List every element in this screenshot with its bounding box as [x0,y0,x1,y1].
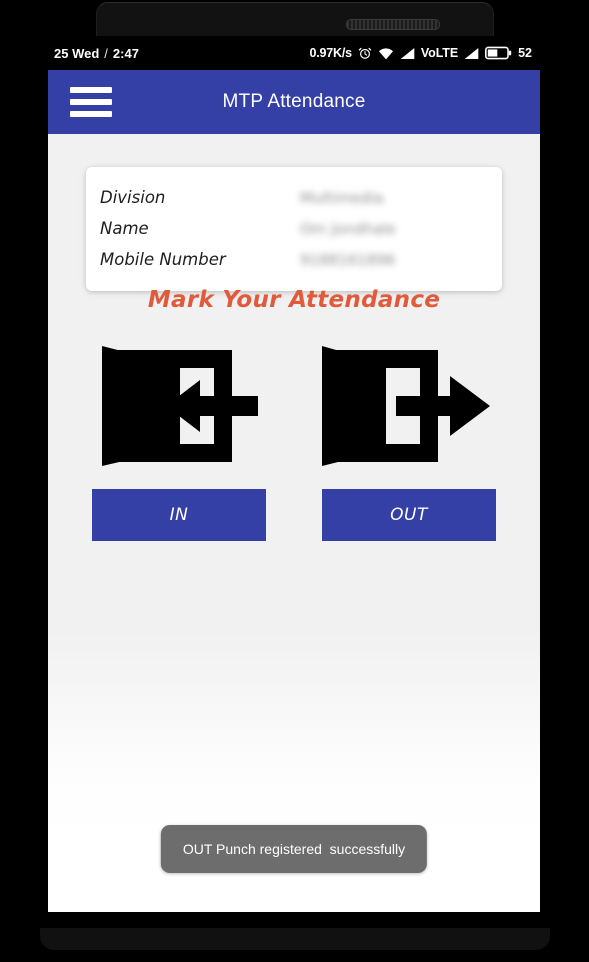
hamburger-line [70,111,112,117]
earpiece-speaker-icon [346,19,440,30]
punch-out-group: OUT [322,341,496,541]
app-bar: MTP Attendance [48,70,540,134]
device-frame: 25 Wed / 2:47 0.97K/s VoLTE 52 MTP Atten… [0,0,589,962]
mark-attendance-heading: Mark Your Attendance [147,287,441,313]
main-content: Division Multimedia Name Om Jondhale Mob… [48,134,540,912]
punch-in-button[interactable]: IN [92,489,266,541]
status-separator: / [104,45,108,61]
status-bar-right: 0.97K/s VoLTE 52 [309,46,532,60]
hamburger-line [70,87,112,93]
signal-bars-icon-secondary [464,47,479,60]
door-enter-icon[interactable] [92,341,266,471]
info-label-division: Division [100,188,166,207]
punch-out-button[interactable]: OUT [322,489,496,541]
volte-label: VoLTE [420,46,459,60]
status-bar: 25 Wed / 2:47 0.97K/s VoLTE 52 [48,36,540,70]
info-row-name: Name Om Jondhale [86,213,502,244]
attendance-actions: IN OUT [48,341,540,541]
device-bottom-bezel [40,928,550,950]
punch-in-group: IN [92,341,266,541]
toast-message: OUT Punch registered successfully [160,825,428,873]
status-bar-left: 25 Wed / 2:47 [54,46,139,61]
info-value-name: Om Jondhale [300,219,396,238]
user-info-card: Division Multimedia Name Om Jondhale Mob… [86,167,502,291]
wifi-icon [378,47,394,60]
page-title: MTP Attendance [222,91,366,112]
status-time: 2:47 [112,45,139,61]
info-label-name: Name [100,219,149,238]
phone-screen: 25 Wed / 2:47 0.97K/s VoLTE 52 MTP Atten… [48,36,540,912]
hamburger-line [70,99,112,105]
hamburger-menu-icon[interactable] [70,87,112,117]
info-value-division: Multimedia [300,188,384,207]
info-row-mobile-number: Mobile Number 9188161896 [86,244,502,275]
battery-icon [485,46,512,60]
alarm-clock-icon [358,46,372,60]
signal-bars-icon [400,47,415,60]
device-top-bezel [96,2,494,37]
info-value-mobile-number: 9188161896 [300,250,396,269]
info-row-division: Division Multimedia [86,182,502,213]
battery-level: 52 [518,46,532,60]
info-label-mobile-number: Mobile Number [100,250,226,269]
status-date: 25 Wed [54,45,100,61]
door-exit-icon[interactable] [322,341,496,471]
network-speed: 0.97K/s [309,46,352,60]
